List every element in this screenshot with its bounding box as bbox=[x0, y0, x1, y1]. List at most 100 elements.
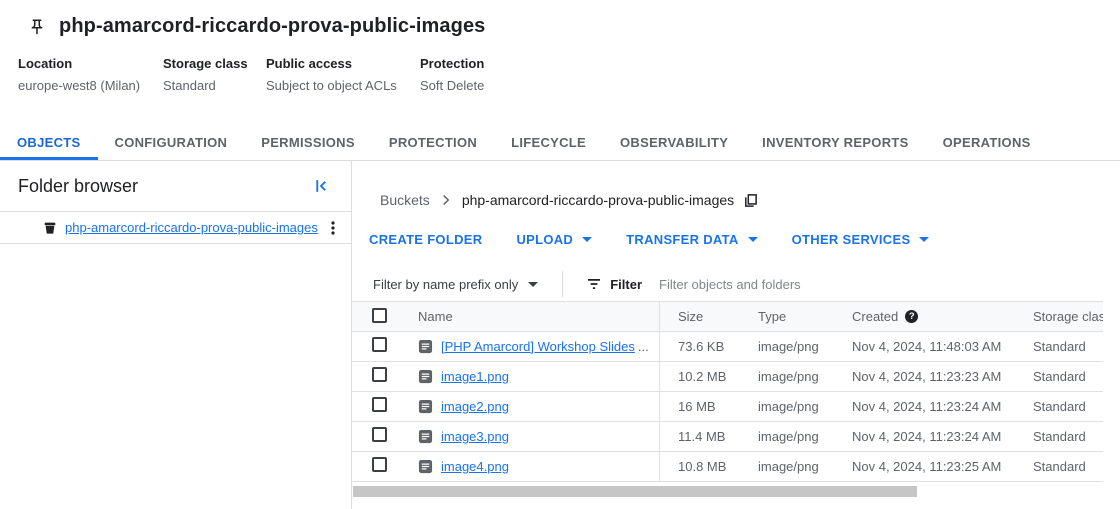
divider bbox=[562, 271, 563, 297]
dropdown-arrow-icon bbox=[528, 282, 538, 287]
object-type: image/png bbox=[740, 459, 834, 474]
collapse-panel-icon[interactable] bbox=[311, 176, 331, 196]
horizontal-scrollbar bbox=[352, 486, 1120, 497]
row-checkbox[interactable] bbox=[372, 337, 387, 352]
column-header-size[interactable]: Size bbox=[660, 309, 740, 324]
file-icon bbox=[418, 459, 433, 474]
filter-bar: Filter by name prefix only Filter bbox=[352, 267, 1120, 301]
object-storage-class: Standard bbox=[1015, 339, 1103, 354]
select-all-checkbox[interactable] bbox=[372, 308, 387, 323]
column-header-type[interactable]: Type bbox=[740, 309, 834, 324]
info-label: Protection bbox=[420, 56, 484, 71]
object-size: 10.8 MB bbox=[660, 459, 740, 474]
object-size: 16 MB bbox=[660, 399, 740, 414]
copy-icon[interactable] bbox=[743, 193, 758, 208]
tab-configuration[interactable]: CONFIGURATION bbox=[98, 125, 245, 160]
row-checkbox[interactable] bbox=[372, 427, 387, 442]
transfer-data-label: TRANSFER DATA bbox=[626, 232, 738, 247]
folder-browser-bucket-row[interactable]: php-amarcord-riccardo-prova-public-image… bbox=[0, 211, 351, 244]
object-created: Nov 4, 2024, 11:48:03 AM bbox=[834, 339, 1015, 354]
bucket-info-row: Location europe-west8 (Milan) Storage cl… bbox=[18, 56, 1120, 93]
object-link[interactable]: image1.png bbox=[441, 369, 509, 384]
objects-toolbar: CREATE FOLDER UPLOAD TRANSFER DATA OTHER… bbox=[352, 227, 1120, 251]
table-row: image2.png 16 MB image/png Nov 4, 2024, … bbox=[352, 392, 1103, 422]
tab-observability[interactable]: OBSERVABILITY bbox=[603, 125, 745, 160]
other-services-button[interactable]: OTHER SERVICES bbox=[775, 227, 947, 251]
object-type: image/png bbox=[740, 429, 834, 444]
dropdown-arrow-icon bbox=[748, 237, 758, 242]
filter-list-icon bbox=[585, 275, 603, 293]
info-label: Location bbox=[18, 56, 163, 71]
filter-objects-input[interactable] bbox=[659, 277, 959, 292]
truncation-ellipsis: ... bbox=[638, 339, 649, 354]
info-value: Subject to object ACLs bbox=[266, 78, 420, 93]
page-title: php-amarcord-riccardo-prova-public-image… bbox=[59, 15, 485, 38]
info-storage-class: Storage class Standard bbox=[163, 56, 266, 93]
scrollbar-thumb[interactable] bbox=[353, 486, 917, 497]
info-value: Standard bbox=[163, 78, 266, 93]
column-header-name[interactable]: Name bbox=[404, 302, 660, 331]
object-created: Nov 4, 2024, 11:23:24 AM bbox=[834, 429, 1015, 444]
chevron-right-icon bbox=[437, 191, 455, 209]
table-row: image3.png 11.4 MB image/png Nov 4, 2024… bbox=[352, 422, 1103, 452]
object-link[interactable]: image4.png bbox=[441, 459, 509, 474]
objects-table: Name Size Type Created Storage class [PH… bbox=[352, 301, 1103, 482]
kebab-menu-icon[interactable] bbox=[325, 220, 341, 236]
dropdown-arrow-icon bbox=[919, 237, 929, 242]
pin-icon[interactable] bbox=[28, 18, 46, 36]
object-storage-class: Standard bbox=[1015, 399, 1103, 414]
tab-lifecycle[interactable]: LIFECYCLE bbox=[494, 125, 603, 160]
object-link[interactable]: image3.png bbox=[441, 429, 509, 444]
row-checkbox[interactable] bbox=[372, 457, 387, 472]
info-public-access: Public access Subject to object ACLs bbox=[266, 56, 420, 93]
upload-button[interactable]: UPLOAD bbox=[499, 227, 609, 251]
create-folder-button[interactable]: CREATE FOLDER bbox=[352, 227, 499, 251]
table-header-row: Name Size Type Created Storage class bbox=[352, 302, 1103, 332]
column-header-storage-class[interactable]: Storage class bbox=[1015, 309, 1103, 324]
table-row: image4.png 10.8 MB image/png Nov 4, 2024… bbox=[352, 452, 1103, 482]
object-type: image/png bbox=[740, 339, 834, 354]
object-size: 73.6 KB bbox=[660, 339, 740, 354]
object-link[interactable]: [PHP Amarcord] Workshop Slides bbox=[441, 339, 635, 354]
info-value: europe-west8 (Milan) bbox=[18, 78, 163, 93]
filter-scope-dropdown[interactable]: Filter by name prefix only bbox=[373, 277, 538, 292]
dropdown-arrow-icon bbox=[582, 237, 592, 242]
folder-browser-bucket-link[interactable]: php-amarcord-riccardo-prova-public-image… bbox=[65, 220, 318, 235]
row-checkbox[interactable] bbox=[372, 367, 387, 382]
file-icon bbox=[418, 339, 433, 354]
help-icon[interactable] bbox=[905, 310, 918, 323]
created-label: Created bbox=[852, 309, 898, 324]
tab-permissions[interactable]: PERMISSIONS bbox=[244, 125, 372, 160]
object-type: image/png bbox=[740, 399, 834, 414]
object-storage-class: Standard bbox=[1015, 429, 1103, 444]
column-header-created[interactable]: Created bbox=[834, 309, 1015, 324]
info-protection: Protection Soft Delete bbox=[420, 56, 484, 93]
objects-pane: Buckets php-amarcord-riccardo-prova-publ… bbox=[352, 161, 1120, 509]
bucket-icon bbox=[42, 220, 58, 236]
title-row: php-amarcord-riccardo-prova-public-image… bbox=[18, 15, 1120, 38]
tab-objects[interactable]: OBJECTS bbox=[0, 125, 98, 160]
object-storage-class: Standard bbox=[1015, 369, 1103, 384]
transfer-data-button[interactable]: TRANSFER DATA bbox=[609, 227, 774, 251]
tab-protection[interactable]: PROTECTION bbox=[372, 125, 494, 160]
object-created: Nov 4, 2024, 11:23:25 AM bbox=[834, 459, 1015, 474]
info-location: Location europe-west8 (Milan) bbox=[18, 56, 163, 93]
object-created: Nov 4, 2024, 11:23:23 AM bbox=[834, 369, 1015, 384]
tab-inventory-reports[interactable]: INVENTORY REPORTS bbox=[745, 125, 925, 160]
object-link[interactable]: image2.png bbox=[441, 399, 509, 414]
filter-label: Filter bbox=[610, 277, 642, 292]
info-value: Soft Delete bbox=[420, 78, 484, 93]
file-icon bbox=[418, 429, 433, 444]
folder-browser-panel: Folder browser php-amarcord-riccardo-pro… bbox=[0, 161, 352, 509]
other-services-label: OTHER SERVICES bbox=[792, 232, 911, 247]
object-size: 10.2 MB bbox=[660, 369, 740, 384]
info-label: Public access bbox=[266, 56, 420, 71]
upload-label: UPLOAD bbox=[516, 232, 573, 247]
create-folder-label: CREATE FOLDER bbox=[369, 232, 482, 247]
breadcrumb-buckets-link[interactable]: Buckets bbox=[380, 192, 430, 208]
object-created: Nov 4, 2024, 11:23:24 AM bbox=[834, 399, 1015, 414]
object-storage-class: Standard bbox=[1015, 459, 1103, 474]
tab-operations[interactable]: OPERATIONS bbox=[926, 125, 1048, 160]
folder-browser-title: Folder browser bbox=[18, 176, 138, 197]
row-checkbox[interactable] bbox=[372, 397, 387, 412]
